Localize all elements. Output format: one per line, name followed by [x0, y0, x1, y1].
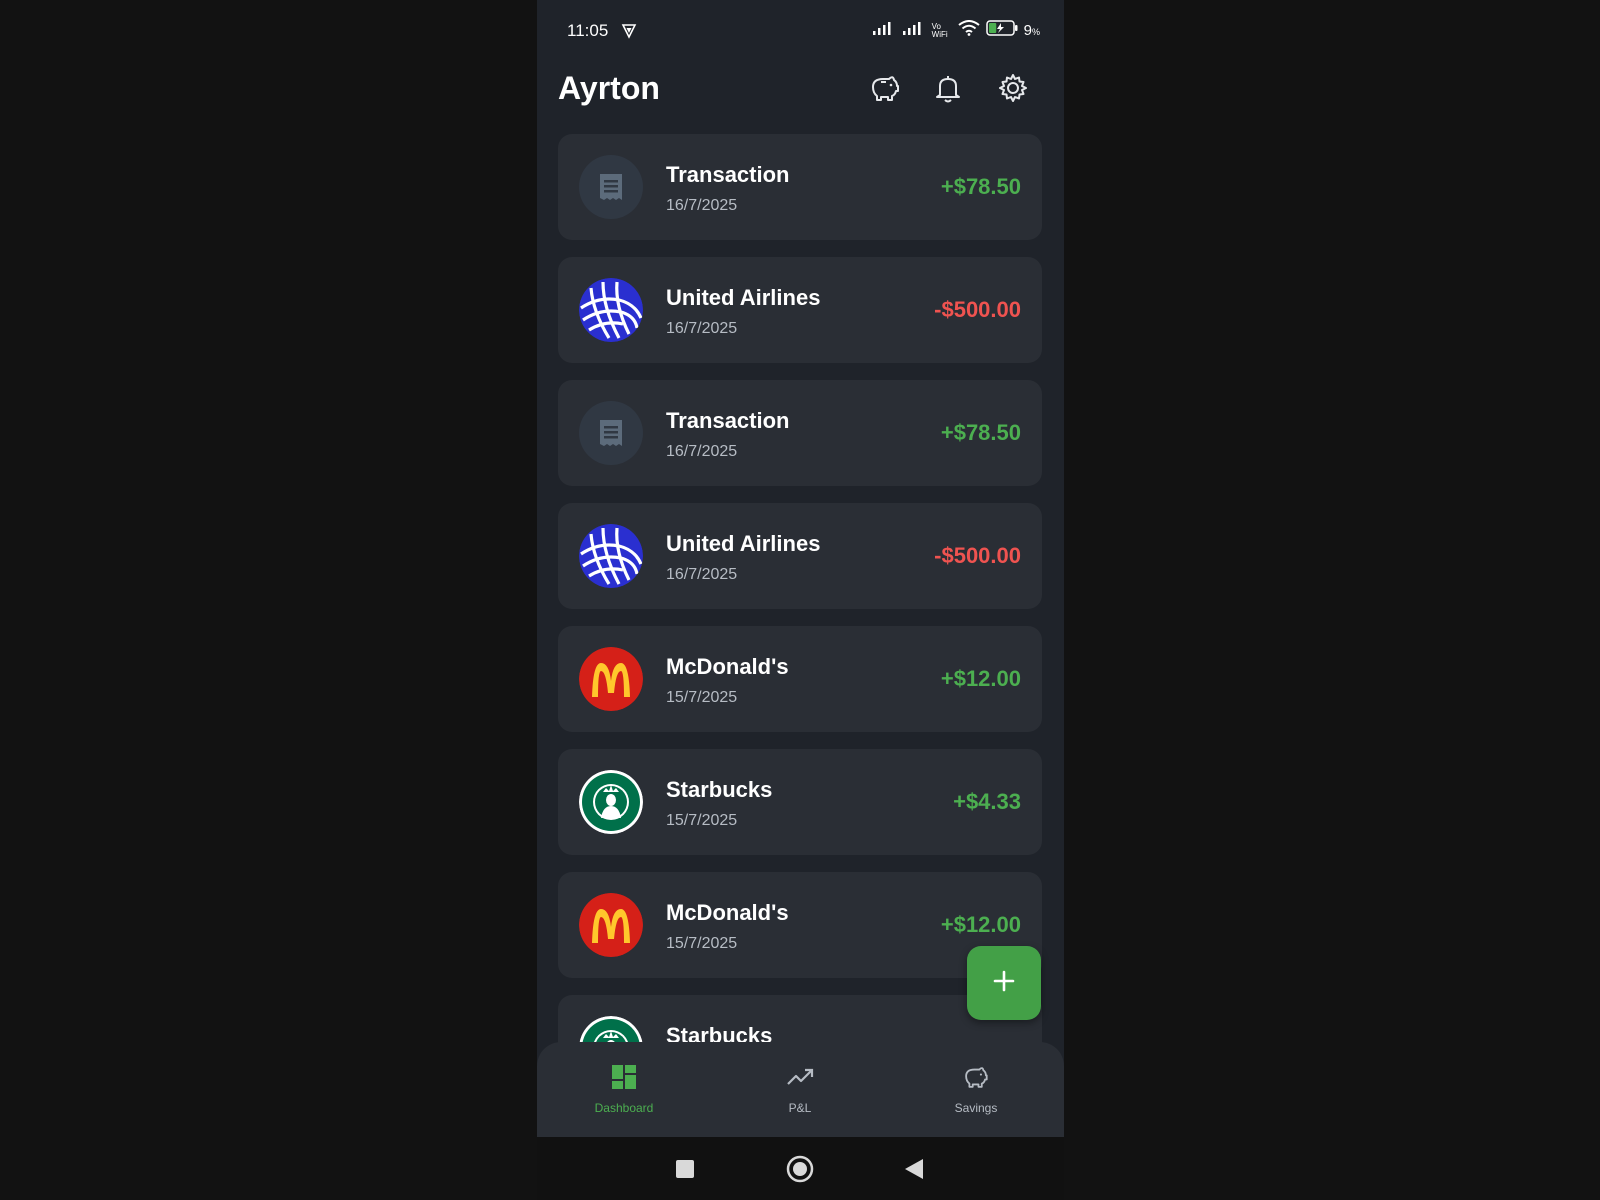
starbucks-logo [579, 770, 643, 834]
transaction-amount: +$4.33 [953, 789, 1021, 814]
app-header: Ayrton [537, 60, 1064, 126]
nav-pnl[interactable]: P&L [740, 1064, 860, 1115]
starbucks-logo [579, 1016, 643, 1044]
nav-savings-label: Savings [954, 1101, 998, 1115]
vowifi-bottom: WiFi [931, 29, 948, 39]
piggy-bank-icon[interactable] [867, 71, 901, 105]
battery-percent-unit: % [1031, 27, 1040, 37]
back-button[interactable] [904, 1158, 924, 1185]
trending-up-icon [786, 1068, 814, 1094]
transaction-name: McDonald's [666, 900, 789, 925]
dashboard-icon [611, 1065, 637, 1094]
vowifi-indicator: Vo WiFi [931, 22, 952, 39]
transaction-amount: -$500.00 [934, 543, 1021, 568]
transaction-card[interactable]: Transaction 16/7/2025 +$78.50 [558, 380, 1042, 486]
battery-percent-value: 9 [1023, 22, 1032, 39]
system-navigation [537, 1137, 1064, 1200]
recents-button[interactable] [675, 1159, 695, 1184]
transaction-card[interactable]: Transaction 16/7/2025 +$78.50 [558, 134, 1042, 240]
transaction-name: United Airlines [666, 285, 821, 310]
nav-dashboard[interactable]: Dashboard [564, 1064, 684, 1115]
add-transaction-button[interactable] [967, 946, 1041, 1020]
transaction-name: United Airlines [666, 531, 821, 556]
transaction-amount: +$78.50 [940, 174, 1021, 199]
phone-screen: 11:05 Vo WiFi 9% Ayrton Transaction 16/7… [537, 0, 1064, 1200]
transaction-date: 16/7/2025 [666, 320, 738, 337]
transaction-list[interactable]: Transaction 16/7/2025 +$78.50 United Airlin… [558, 134, 1042, 1044]
battery-percent: 9% [1024, 22, 1040, 39]
status-time: 11:05 [567, 21, 609, 40]
status-bar: 11:05 Vo WiFi 9% [537, 0, 1064, 60]
united-airlines-logo [579, 524, 643, 588]
transaction-card[interactable]: United Airlines 16/7/2025 -$500.00 [558, 257, 1042, 363]
plus-icon [992, 969, 1016, 998]
gear-icon[interactable] [996, 71, 1030, 105]
wifi-icon [958, 20, 980, 41]
signal-icon [872, 21, 896, 40]
transaction-amount: -$500.00 [934, 297, 1021, 322]
transaction-card[interactable]: McDonald's 15/7/2025 +$12.00 [558, 626, 1042, 732]
transaction-name: McDonald's [666, 654, 789, 679]
mcdonalds-logo [579, 893, 643, 957]
transaction-card[interactable]: Starbucks 15/7/2025 +$4.33 [558, 749, 1042, 855]
vpn-icon [621, 23, 637, 44]
transaction-date: 15/7/2025 [666, 689, 738, 706]
nav-pnl-label: P&L [788, 1101, 812, 1115]
page-title: Ayrton [558, 70, 660, 106]
transaction-name: Transaction [666, 162, 790, 187]
transaction-name: Starbucks [666, 1023, 773, 1044]
signal-icon [902, 21, 926, 40]
nav-savings[interactable]: Savings [916, 1064, 1036, 1115]
united-airlines-logo [579, 278, 643, 342]
piggy-bank-icon [962, 1067, 990, 1094]
transaction-date: 15/7/2025 [666, 935, 738, 952]
receipt-icon [579, 155, 643, 219]
transaction-name: Starbucks [666, 777, 773, 802]
transaction-date: 16/7/2025 [666, 566, 738, 583]
transaction-amount: +$12.00 [940, 912, 1021, 937]
nav-dashboard-label: Dashboard [594, 1101, 654, 1115]
transaction-date: 16/7/2025 [666, 443, 738, 460]
transaction-date: 16/7/2025 [666, 197, 738, 214]
home-button[interactable] [786, 1155, 814, 1188]
mcdonalds-logo [579, 647, 643, 711]
transaction-amount: +$12.00 [940, 666, 1021, 691]
transaction-date: 15/7/2025 [666, 812, 738, 829]
transaction-amount: +$78.50 [940, 420, 1021, 445]
bottom-navigation: Dashboard P&L Savings [537, 1042, 1064, 1137]
transaction-name: Transaction [666, 408, 790, 433]
battery-icon [985, 20, 1018, 41]
bell-icon[interactable] [931, 71, 965, 105]
transaction-card[interactable]: United Airlines 16/7/2025 -$500.00 [558, 503, 1042, 609]
receipt-icon [579, 401, 643, 465]
